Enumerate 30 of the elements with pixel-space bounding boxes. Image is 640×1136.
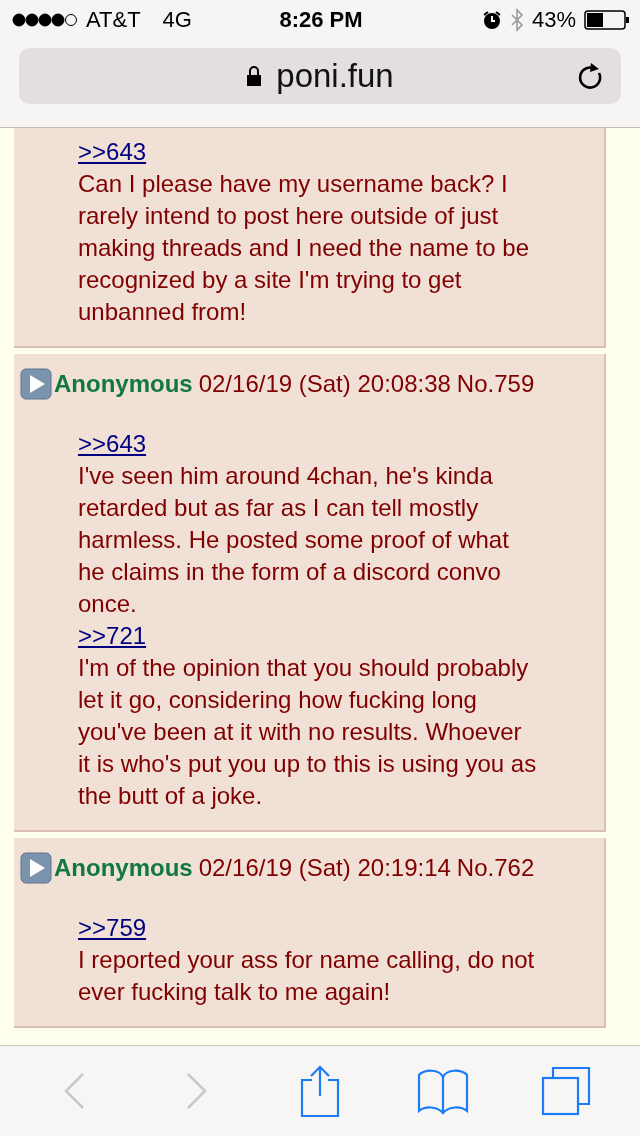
signal-icon — [12, 13, 78, 27]
post-number[interactable]: No.759 — [456, 370, 535, 398]
play-icon[interactable] — [20, 368, 52, 400]
quote-link[interactable]: >>721 — [78, 620, 147, 652]
play-icon[interactable] — [20, 852, 52, 884]
url-text: poni.fun — [276, 57, 394, 95]
book-icon[interactable] — [417, 1067, 470, 1115]
poster-name: Anonymous — [54, 370, 193, 398]
tabs-icon[interactable] — [541, 1066, 592, 1116]
address-bar[interactable]: poni.fun — [19, 48, 621, 104]
battery-icon — [584, 10, 630, 30]
carrier-name: AT&T — [86, 7, 141, 33]
post-text: Can I please have my username back? I rarely intend to post here outside of just making threads and I need the name to be recognized by a site I'm trying to get unbanned from! — [78, 169, 530, 327]
clock-time: 8:26 PM — [279, 7, 363, 33]
share-icon[interactable] — [299, 1064, 340, 1118]
quote-link[interactable]: >>759 — [78, 912, 147, 944]
post-text: I'm of the opinion that you should probably let it go, considering how fucking long you've been at it with no results. Whoever it is who's put you up to this is using you as the butt of a joke. — [78, 653, 538, 811]
bluetooth-icon — [509, 8, 524, 32]
alarm-icon — [481, 10, 502, 30]
poster-name: Anonymous — [54, 854, 193, 882]
post-datetime: 02/16/19 (Sat) 20:08:38 — [198, 370, 451, 398]
battery-percent: 43% — [531, 7, 576, 33]
network-type: 4G — [162, 7, 192, 33]
post-datetime: 02/16/19 (Sat) 20:19:14 — [198, 854, 451, 882]
quote-link[interactable]: >>643 — [78, 428, 147, 460]
post-text: I reported your ass for name calling, do not ever fucking talk to me again! — [78, 945, 536, 1007]
post-number[interactable]: No.762 — [456, 854, 535, 882]
lock-icon — [246, 65, 263, 87]
quote-link[interactable]: >>643 — [78, 136, 147, 168]
post-text: I've seen him around 4chan, he's kinda retarded but as far as I can tell mostly harmless. He posted some proof of what he claims in the form of a discord convo once. — [78, 461, 510, 619]
